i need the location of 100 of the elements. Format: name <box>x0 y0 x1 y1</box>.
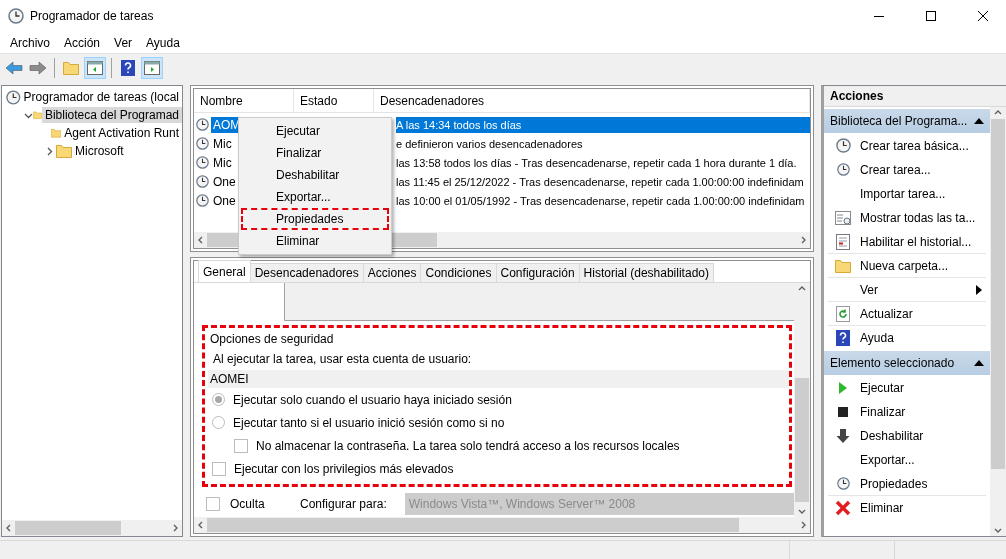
tree-item[interactable]: Programador de tareas (local <box>20 89 182 105</box>
checkbox[interactable] <box>212 461 226 476</box>
down-arrow-icon <box>836 427 850 444</box>
table-cell[interactable]: las 13:58 todos los días - Tras desencadenarse, repetir cada 1 hora durante 1 día. <box>396 154 810 171</box>
option-label: Ejecutar tanto si el usuario inició sesión como si no <box>233 415 505 430</box>
table-cell[interactable]: e definieron varios desencadenadores <box>396 135 810 152</box>
folder-icon <box>56 144 72 158</box>
action-link[interactable]: Eliminar <box>860 500 904 515</box>
menu-item[interactable]: Archivo <box>3 35 57 50</box>
log-icon <box>836 233 850 250</box>
tree-item[interactable]: Microsoft <box>72 143 127 159</box>
clock-icon <box>196 175 209 188</box>
table-cell[interactable]: One <box>211 173 238 190</box>
table-cell[interactable]: Mic <box>211 154 234 171</box>
submenu-arrow-icon <box>976 284 982 295</box>
play-icon <box>838 380 848 395</box>
option-label: Ejecutar solo cuando el usuario haya iniciado sesión <box>233 392 512 407</box>
menu-item[interactable]: Deshabilitar <box>241 164 389 186</box>
clock-icon <box>196 118 209 131</box>
radio-button[interactable] <box>212 393 225 406</box>
app-clock-icon <box>8 8 24 24</box>
table-cell[interactable]: One <box>211 192 238 209</box>
help-icon <box>121 59 135 76</box>
menu-item[interactable]: Eliminar <box>241 230 389 252</box>
minimize-icon <box>874 15 884 17</box>
help-icon <box>836 329 850 346</box>
account-field: AOMEI <box>208 370 789 388</box>
tab[interactable]: Desencadenadores <box>249 263 364 282</box>
action-link[interactable]: Propiedades <box>860 476 928 491</box>
table-cell[interactable]: Mic <box>211 135 234 152</box>
toolbar-button[interactable] <box>84 56 106 79</box>
tab[interactable]: General <box>198 260 251 282</box>
option-label: Oculta <box>230 497 266 511</box>
option-label: No almacenar la contraseña. La tarea solo tendrá acceso a los recursos locales <box>256 438 680 453</box>
description-field[interactable] <box>284 283 794 321</box>
clock-icon <box>835 138 851 153</box>
tab[interactable]: Historial (deshabilitado) <box>578 263 714 282</box>
menu-item[interactable]: Ver <box>107 35 140 50</box>
action-link[interactable]: Mostrar todas las ta... <box>860 210 976 225</box>
menu-item[interactable]: Ejecutar <box>241 120 389 142</box>
new-folder-icon <box>835 258 851 273</box>
field-label: Al ejecutar la tarea, usar esta cuenta de usuario: <box>212 351 473 368</box>
action-link[interactable]: Nueva carpeta... <box>860 258 949 273</box>
option-label: Ejecutar con los privilegios más elevados <box>234 461 454 476</box>
action-link[interactable]: Exportar... <box>860 452 915 467</box>
menu-item[interactable]: Finalizar <box>241 142 389 164</box>
column-header[interactable]: Estado <box>294 89 374 112</box>
action-link[interactable]: Actualizar <box>860 306 913 321</box>
pane-title: Acciones <box>824 86 1006 107</box>
action-link[interactable]: Importar tarea... <box>860 186 946 201</box>
checkbox[interactable] <box>234 438 248 453</box>
action-link[interactable]: Habilitar el historial... <box>860 234 972 249</box>
clock-icon <box>196 156 209 169</box>
folder-icon <box>51 126 62 140</box>
column-header[interactable]: Desencadenadores <box>374 89 810 112</box>
tree-item[interactable]: Agent Activation Runt <box>61 125 182 141</box>
table-cell[interactable]: A las 14:34 todos los días <box>396 116 810 133</box>
collapse-triangle-icon <box>974 360 984 366</box>
menu-item[interactable]: Propiedades <box>241 208 389 230</box>
stop-icon <box>838 406 848 417</box>
menu-item[interactable]: Exportar... <box>241 186 389 208</box>
toolbar-button[interactable] <box>141 56 163 79</box>
clock-icon <box>196 137 209 150</box>
tab[interactable]: Condiciones <box>420 263 497 282</box>
table-cell[interactable]: las 10:00 el 01/05/1992 - Tras desencadenarse, repetir cada 1.00:00:00 indefinidam <box>396 192 810 209</box>
radio-button[interactable] <box>212 416 225 429</box>
vertical-scrollbar[interactable] <box>794 283 810 517</box>
section-header[interactable]: Biblioteca del Programa... <box>824 109 990 133</box>
folder-up-icon <box>63 60 79 75</box>
action-link[interactable]: Ayuda <box>860 330 894 345</box>
column-header[interactable]: Nombre <box>194 89 294 112</box>
action-link[interactable]: Deshabilitar <box>860 428 924 443</box>
back-arrow-icon <box>5 60 23 75</box>
action-link[interactable]: Ejecutar <box>860 380 905 395</box>
checkbox[interactable] <box>206 497 220 511</box>
menu-item[interactable]: Ayuda <box>139 35 187 50</box>
horizontal-scrollbar[interactable] <box>194 517 810 533</box>
horizontal-scrollbar[interactable] <box>2 520 182 536</box>
tree-item[interactable]: Biblioteca del Programad <box>41 107 182 123</box>
collapse-triangle-icon <box>974 118 984 124</box>
group-title: Opciones de seguridad <box>210 331 335 348</box>
section-header[interactable]: Elemento seleccionado <box>824 351 990 375</box>
action-pane-icon <box>144 60 160 75</box>
forward-arrow-icon <box>29 60 47 75</box>
menu-item[interactable]: Acción <box>57 35 108 50</box>
tab[interactable]: Acciones <box>362 263 422 282</box>
clock-icon <box>6 89 21 105</box>
vertical-scrollbar[interactable] <box>990 107 1006 536</box>
close-icon <box>978 11 988 21</box>
table-cell[interactable]: las 11:45 el 25/12/2022 - Tras desencadenarse, repetir cada 1.00:00:00 indefinidam <box>396 173 810 190</box>
clock-icon <box>196 194 209 207</box>
maximize-icon <box>926 11 936 21</box>
action-link[interactable]: Finalizar <box>860 404 906 419</box>
action-link[interactable]: Crear tarea... <box>860 162 931 177</box>
action-link[interactable]: Crear tarea básica... <box>860 138 969 153</box>
task-list-icon <box>835 210 851 225</box>
console-tree-icon <box>87 60 103 75</box>
action-link[interactable]: Ver <box>860 282 878 297</box>
close-icon <box>835 499 851 516</box>
tab[interactable]: Configuración <box>495 263 580 282</box>
